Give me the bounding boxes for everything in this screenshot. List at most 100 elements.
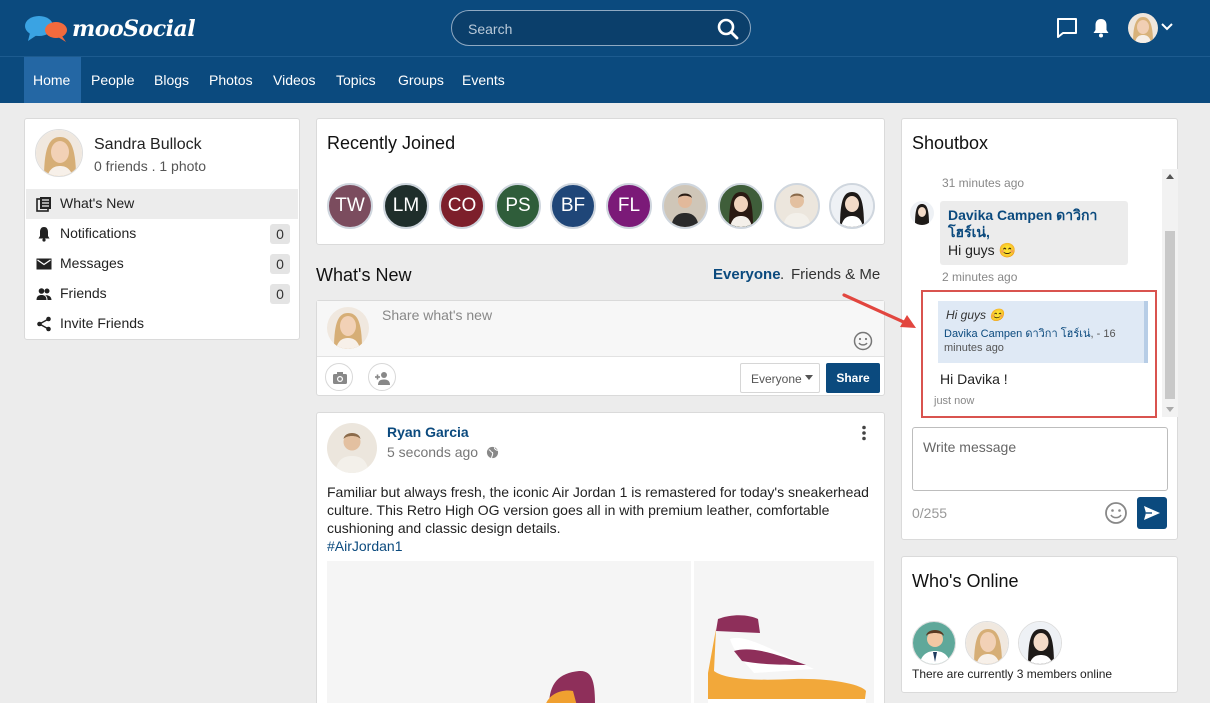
filter-separator: .	[780, 266, 785, 283]
add-photo-button[interactable]	[325, 363, 353, 391]
annotation-arrow-icon	[842, 293, 916, 328]
nav-groups[interactable]: Groups	[389, 57, 453, 103]
search-input[interactable]	[468, 19, 708, 39]
tag-friends-button[interactable]	[368, 363, 396, 391]
app-logo[interactable]: mooSocial	[24, 14, 196, 44]
profile-name[interactable]: Sandra Bullock	[94, 136, 202, 154]
member-avatar[interactable]: TW	[327, 183, 373, 229]
emoji-icon[interactable]	[853, 331, 873, 351]
menu-friends[interactable]: Friends 0	[26, 279, 298, 309]
nav-topics[interactable]: Topics	[327, 57, 385, 103]
recently-joined-card: Recently Joined TW LM CO PS BF FL	[316, 118, 885, 245]
member-initials: FL	[617, 195, 641, 216]
shoutbox-title: Shoutbox	[912, 133, 989, 153]
shout-timestamp: 2 minutes ago	[942, 270, 1018, 284]
post-photo-2[interactable]	[694, 561, 874, 703]
post-text: Familiar but always fresh, the iconic Ai…	[327, 484, 869, 536]
menu-messages[interactable]: Messages 0	[26, 249, 298, 279]
menu-invite-friends[interactable]: Invite Friends	[26, 309, 298, 339]
shoutbox-card: Shoutbox 31 minutes ago Davika Campen ดา…	[901, 118, 1178, 540]
shout-text: Hi guys 😊	[948, 242, 1017, 258]
shout-author-name[interactable]: Davika Campen ดาวิกา โฮร์เน่,	[948, 207, 1123, 241]
menu-label: What's New	[60, 195, 135, 211]
search-bar	[451, 10, 751, 46]
menu-label: Notifications	[60, 225, 137, 241]
member-avatar[interactable]: PS	[495, 183, 541, 229]
globe-icon[interactable]	[486, 446, 499, 459]
profile-stats: 0 friends . 1 photo	[94, 158, 207, 174]
nav-home[interactable]: Home	[24, 57, 81, 103]
post-body: Familiar but always fresh, the iconic Ai…	[327, 483, 877, 555]
top-header: mooSocial	[0, 0, 1210, 56]
nav-people[interactable]: People	[82, 57, 144, 103]
menu-label: Friends	[60, 285, 107, 301]
member-photo-avatar[interactable]	[662, 183, 708, 229]
privacy-value: Everyone	[751, 372, 802, 386]
profile-avatar[interactable]	[35, 129, 83, 177]
profile-card: Sandra Bullock 0 friends . 1 photo What'…	[24, 118, 300, 340]
shout-message-input[interactable]: Write message	[912, 427, 1168, 491]
filter-friends-me[interactable]: Friends & Me	[791, 266, 880, 283]
chevron-down-icon[interactable]	[1160, 20, 1174, 34]
messages-icon[interactable]	[1055, 16, 1079, 40]
whos-online-card: Who's Online There are currently 3 membe…	[901, 556, 1178, 693]
envelope-icon	[36, 258, 52, 270]
nav-events[interactable]: Events	[453, 57, 514, 103]
nav-photos[interactable]: Photos	[200, 57, 262, 103]
shout-author-avatar[interactable]	[910, 201, 934, 225]
nav-blogs[interactable]: Blogs	[145, 57, 198, 103]
member-initials: TW	[335, 195, 365, 216]
shoutbox-scrollbar[interactable]	[1162, 169, 1178, 417]
highlight-box	[921, 290, 1157, 418]
member-avatar[interactable]: LM	[383, 183, 429, 229]
post-author-name[interactable]: Ryan Garcia	[387, 424, 469, 440]
post-author-avatar[interactable]	[327, 423, 377, 473]
search-icon[interactable]	[716, 17, 740, 41]
more-options-icon[interactable]	[861, 425, 867, 441]
filter-everyone[interactable]: Everyone	[713, 266, 781, 283]
bell-icon[interactable]	[1089, 16, 1113, 40]
composer-placeholder[interactable]: Share what's new	[382, 307, 492, 323]
member-photo-avatar[interactable]	[829, 183, 875, 229]
composer-avatar	[327, 307, 369, 349]
member-avatar[interactable]: BF	[550, 183, 596, 229]
post-time-text: 5 seconds ago	[387, 444, 479, 460]
shout-timestamp: 31 minutes ago	[942, 176, 1025, 190]
member-photo-avatar[interactable]	[718, 183, 764, 229]
post-hashtag[interactable]: #AirJordan1	[327, 538, 403, 554]
member-initials: LM	[392, 195, 420, 216]
member-avatar[interactable]: FL	[606, 183, 652, 229]
online-member-avatar[interactable]	[1018, 621, 1062, 665]
shout-input-placeholder: Write message	[923, 439, 1017, 455]
logo-icon	[24, 14, 70, 44]
member-photo-avatar[interactable]	[774, 183, 820, 229]
post-photo-1[interactable]	[327, 561, 691, 703]
add-user-icon	[375, 372, 390, 385]
send-button[interactable]	[1137, 497, 1167, 529]
notifications-count-badge: 0	[270, 224, 290, 244]
chevron-down-icon	[805, 375, 813, 380]
emoji-icon[interactable]	[1104, 501, 1128, 525]
menu-label: Messages	[60, 255, 124, 271]
share-button[interactable]: Share	[826, 363, 880, 393]
privacy-select[interactable]: Everyone	[740, 363, 820, 393]
scroll-up-icon[interactable]	[1166, 173, 1174, 179]
share-icon	[37, 316, 51, 332]
user-avatar[interactable]	[1128, 13, 1158, 43]
scroll-down-icon[interactable]	[1166, 407, 1174, 413]
recently-joined-title: Recently Joined	[327, 133, 456, 153]
menu-whats-new[interactable]: What's New	[26, 189, 298, 219]
feed-post: Ryan Garcia 5 seconds ago Familiar but a…	[316, 412, 885, 703]
send-icon	[1144, 506, 1160, 520]
online-member-avatar[interactable]	[965, 621, 1009, 665]
member-initials: PS	[505, 195, 531, 216]
char-counter: 0/255	[912, 505, 948, 521]
online-member-avatar[interactable]	[912, 621, 956, 665]
menu-notifications[interactable]: Notifications 0	[26, 219, 298, 249]
scrollbar-thumb[interactable]	[1165, 231, 1175, 399]
menu-label: Invite Friends	[60, 315, 145, 331]
member-initials: BF	[560, 195, 586, 216]
nav-videos[interactable]: Videos	[264, 57, 325, 103]
member-avatar[interactable]: CO	[439, 183, 485, 229]
camera-icon	[333, 372, 347, 384]
